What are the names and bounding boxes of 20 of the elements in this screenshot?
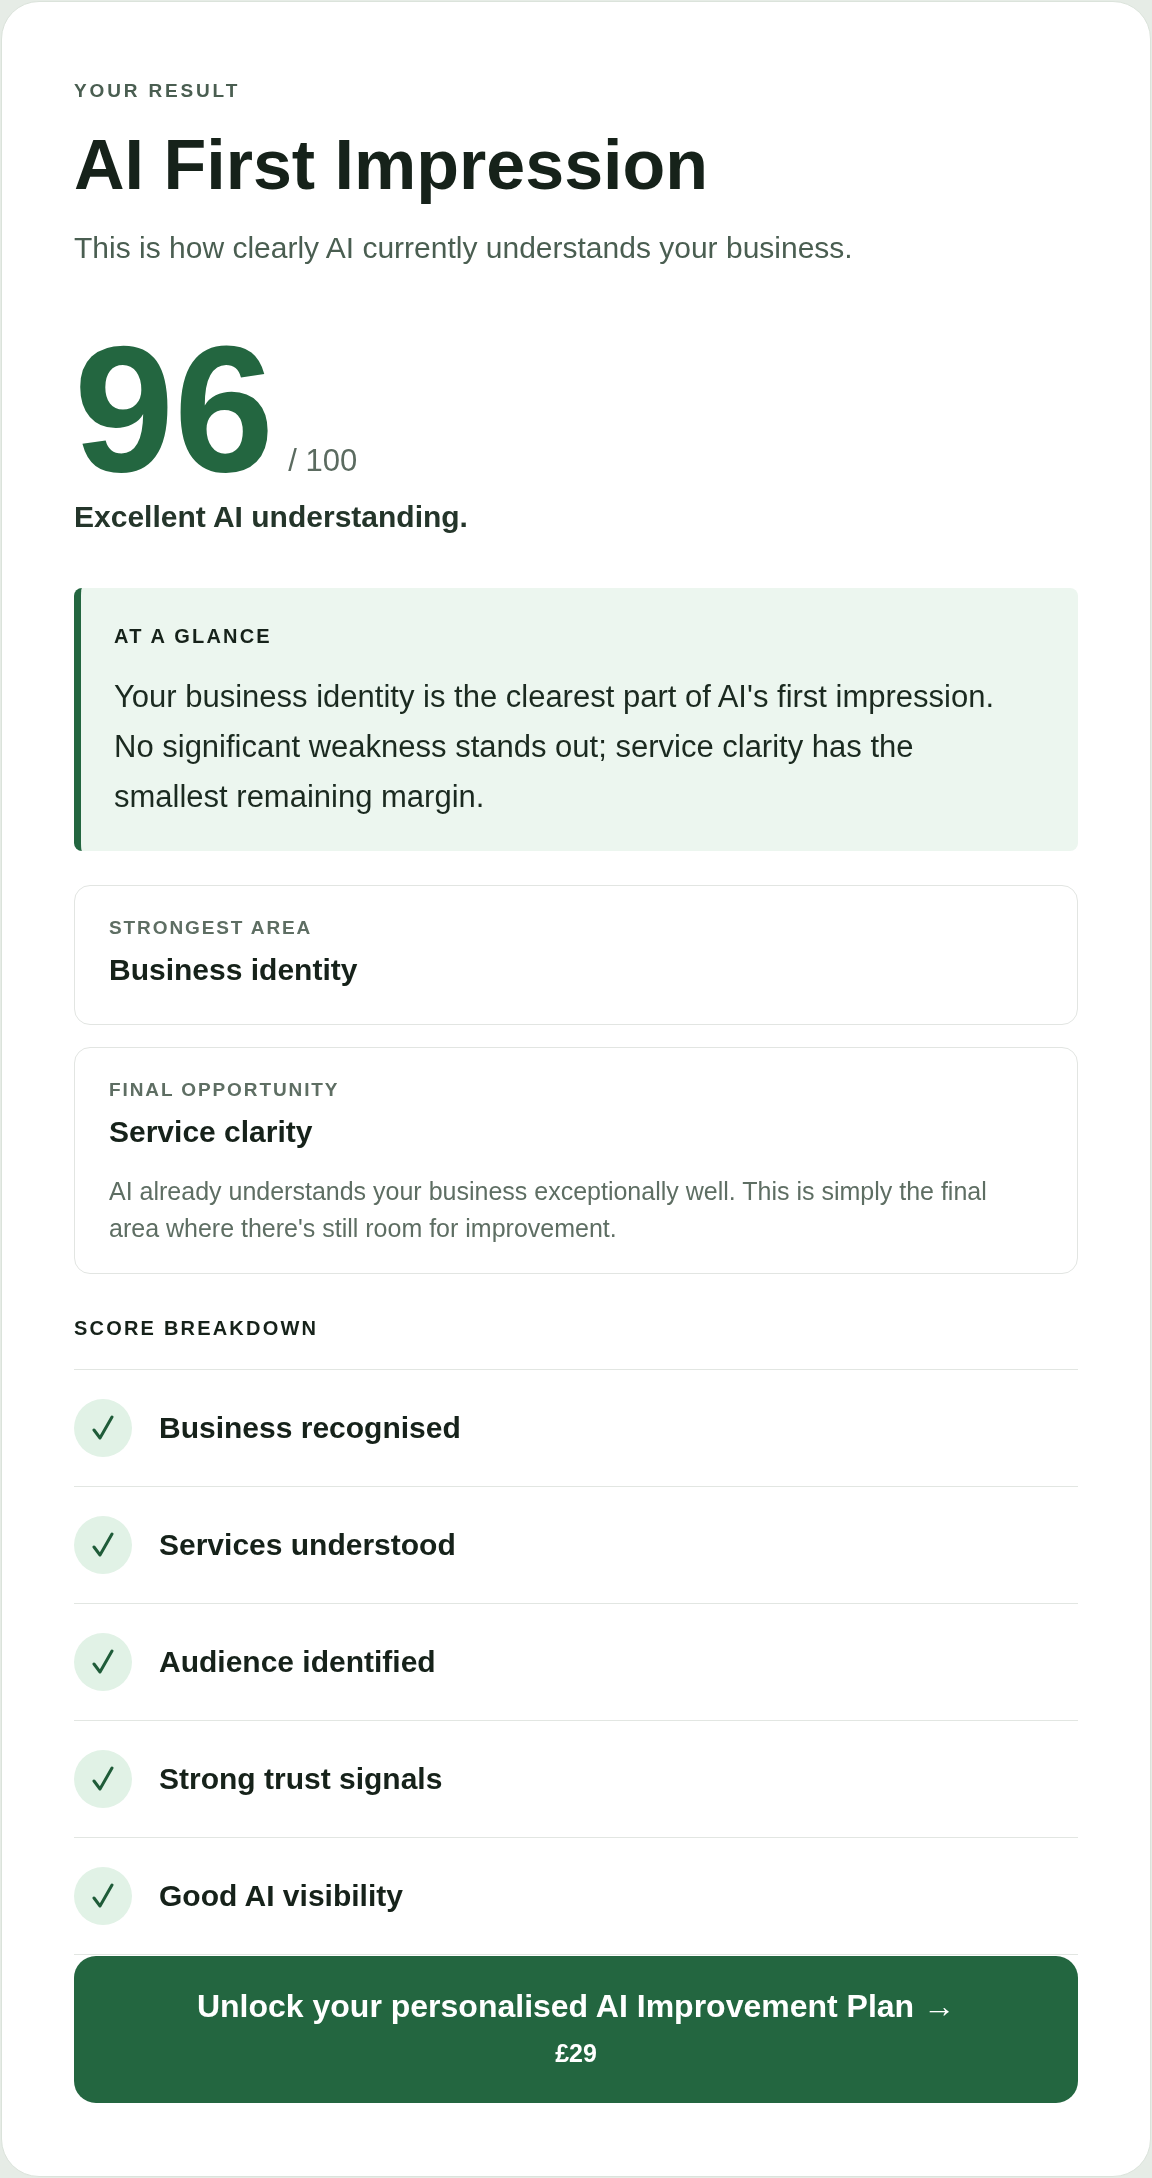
- glance-heading: AT A GLANCE: [114, 624, 273, 648]
- page-title: AI First Impression: [74, 125, 710, 205]
- breakdown-item-label: Business recognised: [159, 1411, 461, 1445]
- breakdown-item-label: Good AI visibility: [159, 1879, 403, 1913]
- breakdown-item-label: Services understood: [159, 1528, 456, 1562]
- breakdown-item-label: Strong trust signals: [159, 1762, 443, 1796]
- highlight-label: FINAL OPPORTUNITY: [109, 1079, 341, 1101]
- highlight-value: Service clarity: [109, 1115, 314, 1149]
- breakdown-item-label: Audience identified: [159, 1645, 436, 1679]
- highlight-description: AI already understands your business exceptionally well. This is simply the final area where there's still room for improvement.: [109, 1176, 988, 1244]
- highlight-label: STRONGEST AREA: [109, 917, 314, 939]
- score-max: / 100: [288, 442, 358, 480]
- highlight-value: Business identity: [109, 953, 359, 987]
- score-value: 96: [74, 319, 275, 499]
- subtitle-text: This is how clearly AI currently understands your business.: [74, 232, 854, 264]
- score-verdict: Excellent AI understanding.: [74, 501, 469, 533]
- breakdown-heading: SCORE BREAKDOWN: [74, 1316, 320, 1340]
- glance-text: Your business identity is the clearest part of AI's first impression. No significant weakness stands out; service clarity has the smallest remaining margin.: [114, 678, 996, 816]
- eyebrow-label: YOUR RESULT: [74, 80, 242, 102]
- unlock-plan-button[interactable]: Unlock your personalised AI Improvement Plan → £29: [74, 1956, 1078, 2103]
